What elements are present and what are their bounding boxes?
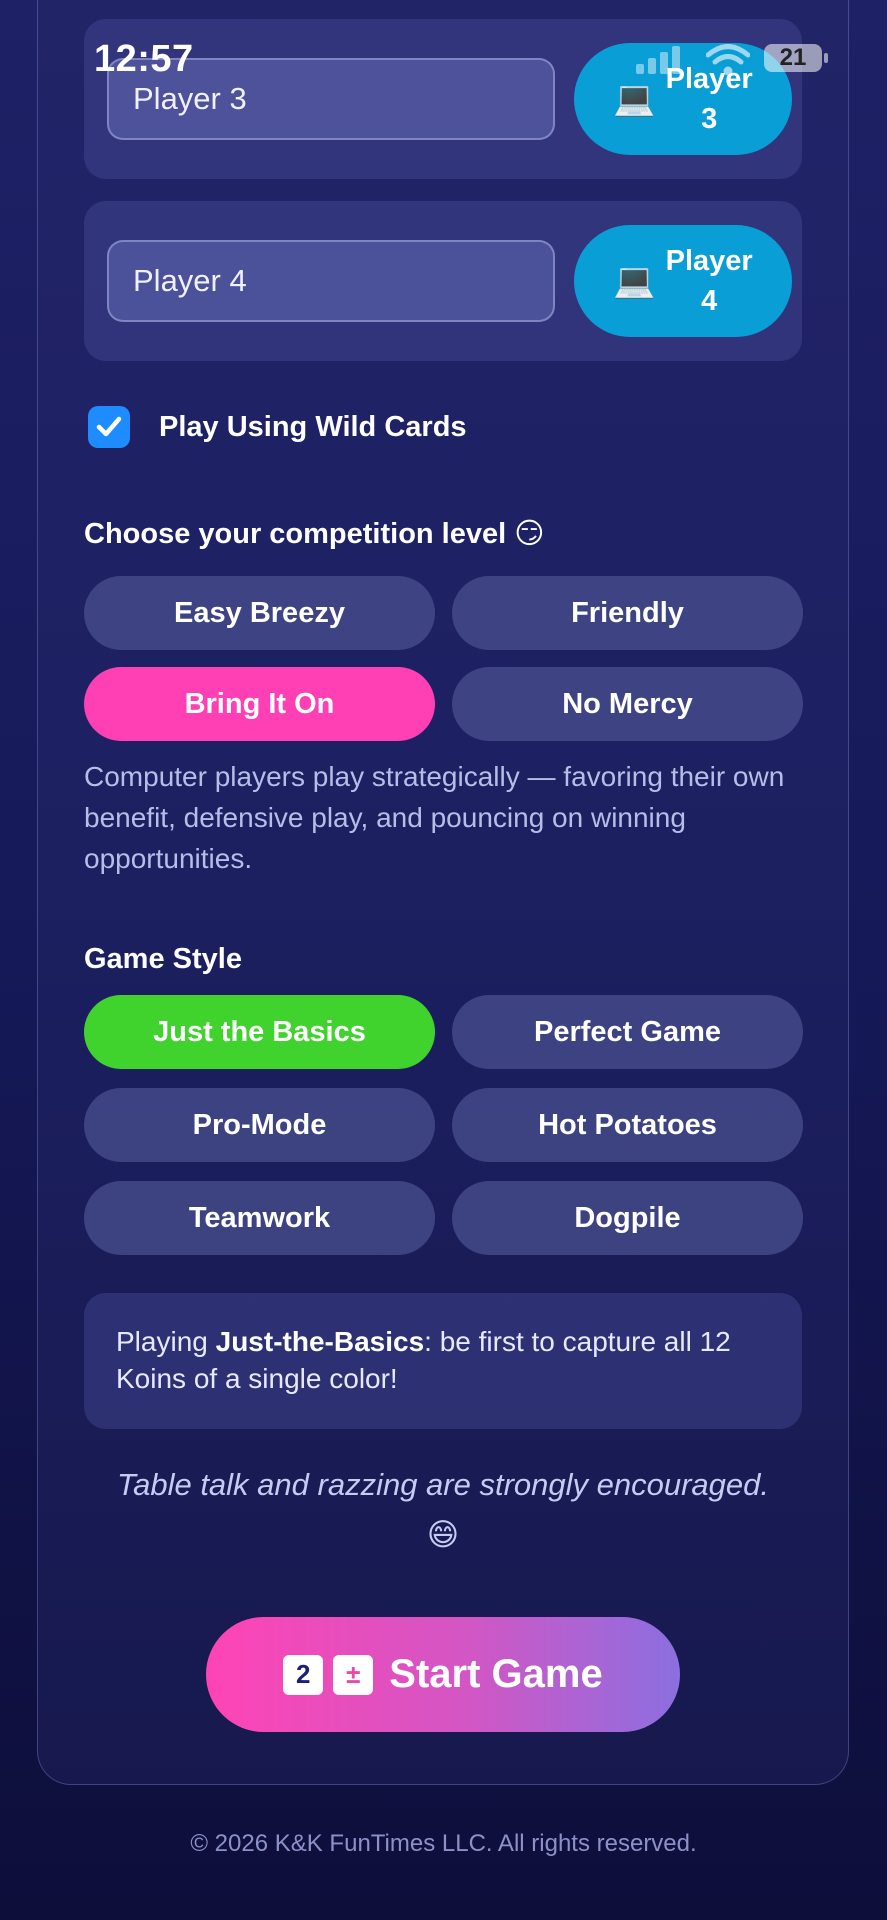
wifi-icon [706, 44, 750, 76]
plus-minus-icon: ± [333, 1654, 374, 1695]
level-no-mercy[interactable]: No Mercy [452, 667, 803, 741]
style-teamwork[interactable]: Teamwork [84, 1181, 435, 1255]
wild-cards-label: Play Using Wild Cards [159, 410, 467, 443]
competition-description: Computer players play strategically — fa… [84, 761, 785, 874]
battery-level: 21 [779, 44, 807, 71]
style-pro-mode[interactable]: Pro-Mode [84, 1088, 435, 1162]
battery-tip [824, 53, 828, 63]
wild-cards-option[interactable]: Play Using Wild Cards [88, 404, 467, 450]
wild-cards-checkbox[interactable] [88, 406, 130, 448]
grin-emoji-icon: 😄 [426, 1517, 460, 1552]
competition-title: Choose your competition level 😏 [84, 518, 545, 550]
player-4-button-number: 4 [701, 285, 718, 317]
status-bar: 12:57 21 [0, 0, 887, 110]
laptop-icon: 💻 [613, 262, 656, 300]
player-4-computer-toggle[interactable]: 💻 Player 4 [574, 225, 792, 337]
status-time: 12:57 [94, 38, 194, 80]
player-4-button-label: Player [665, 245, 753, 277]
dice-two-icon: 2 [283, 1654, 324, 1695]
table-talk-note: Table talk and razzing are strongly enco… [84, 1460, 802, 1560]
info-prefix: Playing [116, 1326, 216, 1357]
style-hot-potatoes[interactable]: Hot Potatoes [452, 1088, 803, 1162]
game-style-title: Game Style [84, 943, 242, 975]
style-dogpile[interactable]: Dogpile [452, 1181, 803, 1255]
player-row-4: Player 4 💻 Player 4 [84, 201, 802, 361]
cellular-signal-icon [636, 46, 680, 74]
style-just-the-basics[interactable]: Just the Basics [84, 995, 435, 1069]
info-mode: Just-the-Basics [215, 1326, 425, 1357]
battery-icon: 21 [764, 44, 822, 72]
player-4-name-input[interactable]: Player 4 [107, 240, 555, 322]
game-style-info: Playing Just-the-Basics: be first to cap… [84, 1293, 802, 1429]
level-friendly[interactable]: Friendly [452, 576, 803, 650]
copyright-footer: © 2026 K&K FunTimes LLC. All rights rese… [190, 1830, 697, 1857]
start-game-button[interactable]: 2 ± Start Game [206, 1617, 680, 1732]
style-perfect-game[interactable]: Perfect Game [452, 995, 803, 1069]
table-talk-text: Table talk and razzing are strongly enco… [117, 1467, 769, 1502]
start-game-label: Start Game [389, 1652, 603, 1696]
level-easy-breezy[interactable]: Easy Breezy [84, 576, 435, 650]
checkmark-icon [96, 416, 122, 437]
level-bring-it-on[interactable]: Bring It On [84, 667, 435, 741]
